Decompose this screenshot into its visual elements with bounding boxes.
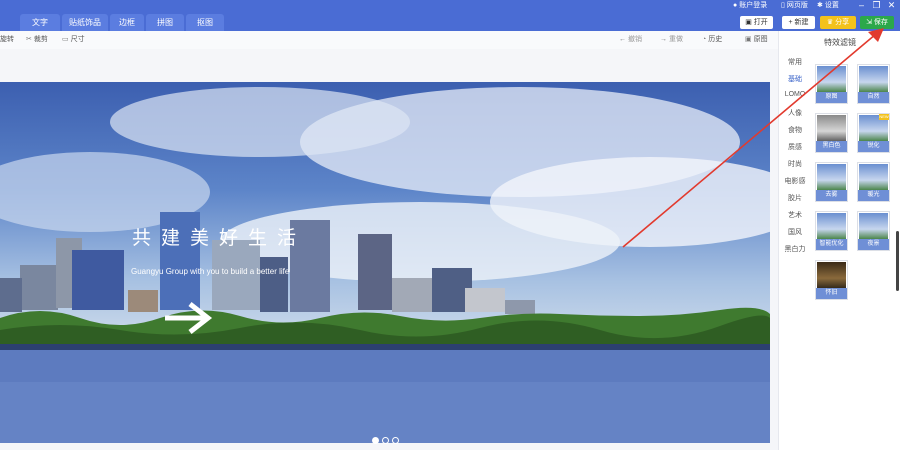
undo-tool[interactable]: ← 撤销 (619, 31, 642, 49)
category-item[interactable]: 常用 (783, 57, 807, 67)
filter-thumb[interactable]: 智能优化 (815, 211, 848, 251)
minimize-icon[interactable]: – (856, 0, 867, 11)
category-item[interactable]: 国风 (783, 227, 807, 237)
carousel-dot[interactable] (382, 437, 389, 444)
crop-tool[interactable]: ✂ 裁剪 (26, 31, 48, 49)
filter-preview (817, 262, 846, 289)
filter-preview (817, 164, 846, 191)
restore-icon[interactable]: ❐ (871, 0, 882, 11)
resize-icon: ▭ (62, 36, 69, 43)
close-icon[interactable]: ✕ (886, 0, 897, 11)
filter-preview (817, 213, 846, 240)
phone-icon: ▯ (781, 2, 785, 9)
category-item[interactable]: 质感 (783, 142, 807, 152)
panel-title: 特效滤镜 (824, 38, 856, 47)
filter-thumb[interactable]: 原图 (815, 64, 848, 104)
settings-link[interactable]: ✱ 设置 (817, 0, 839, 11)
city-skyline-illustration (0, 87, 770, 443)
carousel-dots (372, 437, 402, 445)
tab-collage[interactable]: 拼图 (146, 14, 184, 31)
clock-icon: ◔ (702, 36, 707, 43)
filter-thumb[interactable]: 怀旧 (815, 260, 848, 300)
tab-stickers[interactable]: 贴纸饰品 (62, 14, 108, 31)
scissors-icon: ✂ (26, 36, 32, 43)
web-version-link[interactable]: ▯ 网页版 (781, 0, 808, 11)
photo-subline: Guangyu Group with you to build a better… (131, 267, 290, 276)
filter-preview (859, 213, 888, 240)
tab-cutout[interactable]: 抠图 (186, 14, 224, 31)
edited-photo[interactable]: 共建美好生活 Guangyu Group with you to build a… (0, 82, 770, 443)
category-item[interactable]: 黑白力 (783, 244, 807, 254)
rotate-tool[interactable]: 旋转 (0, 31, 14, 49)
carousel-dot[interactable] (392, 437, 399, 444)
image-editor-window: 文字 贴纸饰品 边框 拼图 抠图 ● 账户登录 ▯ 网页版 ✱ 设置 – ❐ ✕ ▣ … (0, 0, 900, 450)
category-item[interactable]: LOMO (783, 91, 807, 98)
filter-thumb[interactable]: 黑白色 (815, 113, 848, 153)
filter-thumb[interactable]: 自然 (857, 64, 890, 104)
category-item[interactable]: 胶片 (783, 193, 807, 203)
filter-preview (817, 66, 846, 93)
category-item[interactable]: 基础 (783, 74, 807, 84)
redo-icon: → (660, 36, 667, 43)
new-badge: NEW (879, 114, 889, 120)
filter-thumb[interactable]: 暖光 (857, 162, 890, 202)
user-icon: ● (733, 2, 738, 9)
tab-border[interactable]: 边框 (110, 14, 144, 31)
carousel-dot[interactable] (372, 437, 379, 444)
image-icon: ▣ (745, 19, 754, 26)
photo-headline: 共建美好生活 (132, 228, 307, 249)
category-item[interactable]: 时尚 (783, 159, 807, 169)
category-item[interactable]: 食物 (783, 125, 807, 135)
filter-preview (859, 66, 888, 93)
gear-icon: ✱ (817, 2, 823, 9)
history-tool[interactable]: ◔ 历史 (702, 31, 722, 49)
redo-tool[interactable]: → 重做 (660, 31, 683, 49)
save-button[interactable]: ⇲ 保存 (860, 16, 894, 29)
category-item[interactable]: 艺术 (783, 210, 807, 220)
category-item[interactable]: 人像 (783, 108, 807, 118)
tab-text[interactable]: 文字 (20, 14, 60, 31)
new-button[interactable]: + 新建 (782, 16, 815, 29)
save-icon: ⇲ (866, 19, 874, 26)
original-tool[interactable]: ▣ 原图 (745, 31, 768, 49)
size-tool[interactable]: ▭ 尺寸 (62, 31, 85, 49)
category-item[interactable]: 电影感 (783, 176, 807, 186)
crown-icon: ♛ (826, 19, 836, 26)
filter-preview (817, 115, 846, 142)
filter-thumb[interactable]: NEW 锐化 (857, 113, 890, 153)
title-bar: 文字 贴纸饰品 边框 拼图 抠图 ● 账户登录 ▯ 网页版 ✱ 设置 – ❐ ✕ ▣ … (0, 0, 900, 31)
filter-thumb[interactable]: 夜景 (857, 211, 890, 251)
undo-icon: ← (619, 36, 626, 43)
edit-toolbar: 旋转 ✂ 裁剪 ▭ 尺寸 ← 撤销 → 重做 ◔ 历史 ▣ 原图 (0, 31, 778, 49)
open-button[interactable]: ▣ 打开 (740, 16, 773, 29)
panel-scrollbar[interactable] (896, 231, 899, 291)
account-link[interactable]: ● 账户登录 (733, 0, 767, 11)
filter-preview (859, 164, 888, 191)
share-button[interactable]: ♛ 分享 (820, 16, 856, 29)
picture-icon: ▣ (745, 36, 752, 43)
filter-thumb[interactable]: 去雾 (815, 162, 848, 202)
filter-panel: 特效滤镜 常用 基础 LOMO 人像 食物 质感 时尚 电影感 胶片 艺术 国风… (778, 31, 900, 450)
